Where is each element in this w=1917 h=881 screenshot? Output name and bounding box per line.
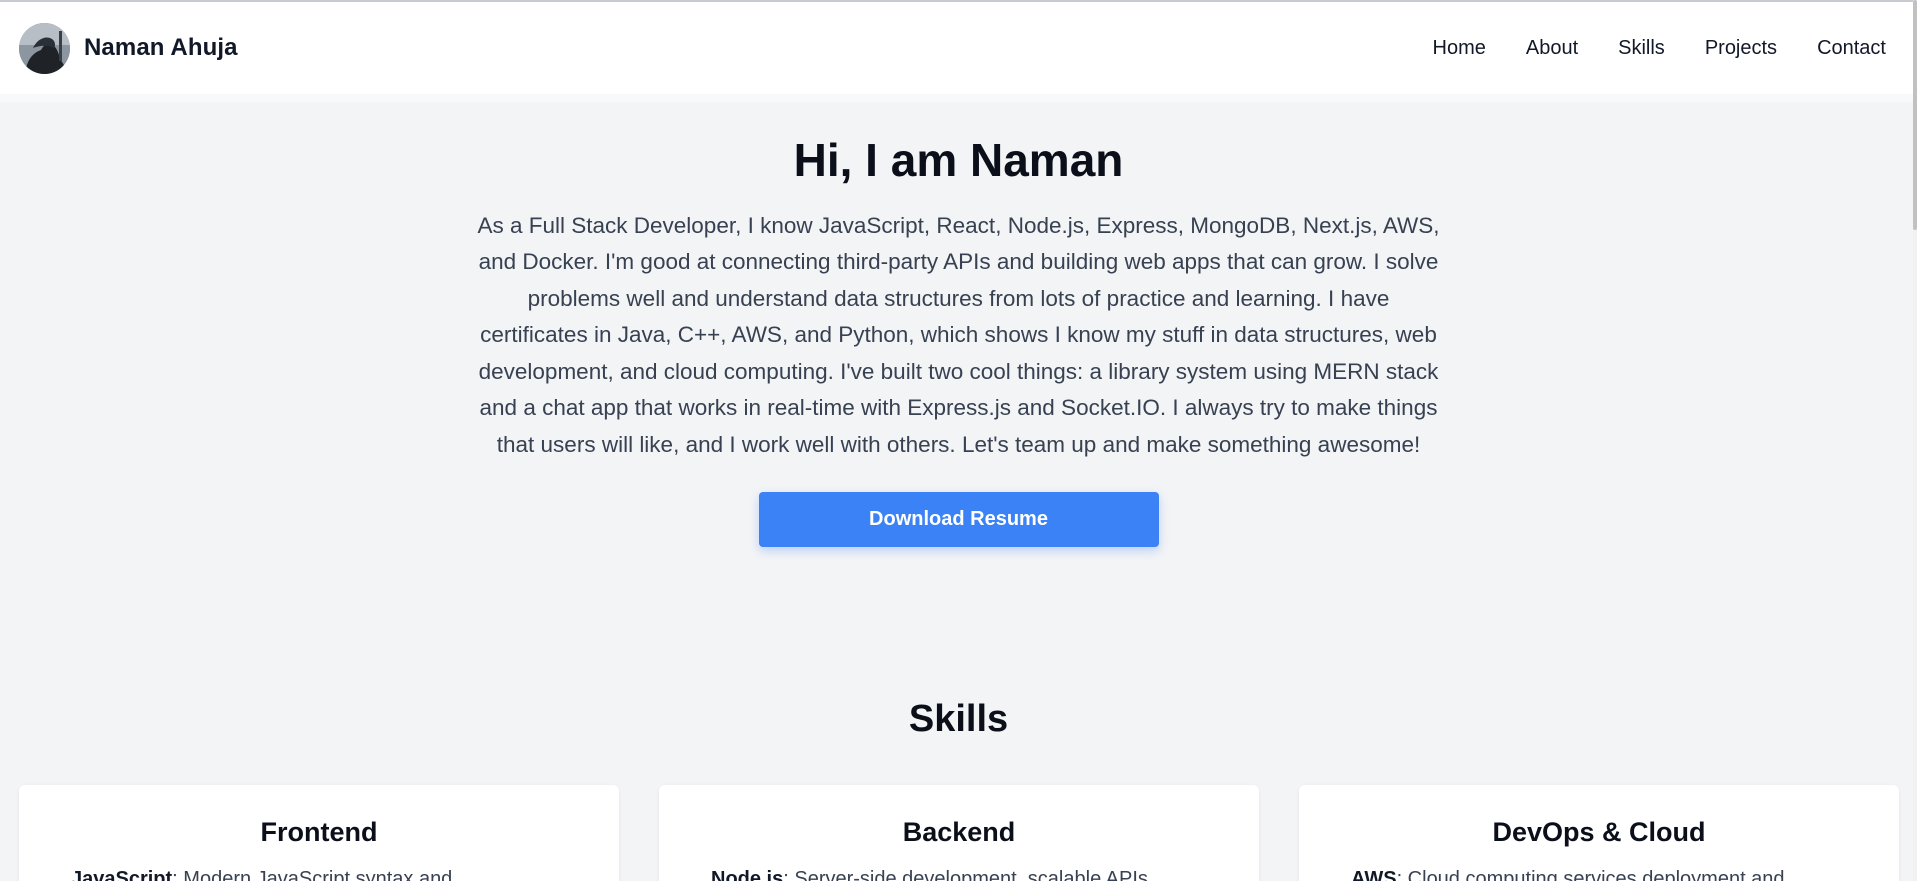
main-nav: Home About Skills Projects Contact (1433, 37, 1886, 60)
skill-item-key: JavaScript (71, 868, 173, 881)
brand[interactable]: Naman Ahuja (19, 22, 238, 74)
skill-item-key: AWS (1351, 868, 1397, 881)
skill-card-title: Backend (902, 817, 1016, 847)
skill-card-backend: Backend Node.js: Server-side development… (659, 785, 1259, 881)
skill-item-text: : Server-side development, scalable APIs (783, 868, 1148, 881)
skill-card-devops-cloud: DevOps & Cloud AWS: Cloud computing serv… (1299, 785, 1899, 881)
skills-cards: Frontend JavaScript: Modern JavaScript s… (19, 785, 1899, 881)
download-resume-button[interactable]: Download Resume (758, 492, 1159, 548)
skill-card-title: Frontend (260, 817, 378, 847)
avatar (19, 22, 70, 74)
hero-bio: As a Full Stack Developer, I know JavaSc… (477, 212, 1440, 457)
skill-item: JavaScript: Modern JavaScript syntax and (19, 868, 619, 881)
nav-about[interactable]: About (1526, 37, 1578, 60)
nav-skills[interactable]: Skills (1618, 37, 1665, 60)
skill-item-text: : Modern JavaScript syntax and (172, 868, 453, 881)
brand-name: Naman Ahuja (84, 34, 238, 61)
skill-item: Node.js: Server-side development, scalab… (659, 868, 1259, 881)
hero-title: Hi, I am Naman (793, 134, 1124, 186)
header-divider (0, 94, 1913, 102)
skills-heading: Skills (908, 698, 1009, 740)
skill-item-key: Node.js (711, 868, 784, 881)
site-header: Naman Ahuja Home About Skills Projects C… (0, 2, 1913, 94)
nav-contact[interactable]: Contact (1817, 37, 1886, 60)
skill-item-text: : Cloud computing services deployment an… (1396, 868, 1785, 881)
avatar-photo-icon (19, 22, 70, 74)
nav-projects[interactable]: Projects (1705, 37, 1777, 60)
page-scrollbar[interactable] (1913, 0, 1917, 881)
nav-home[interactable]: Home (1433, 37, 1486, 60)
scrollbar-thumb[interactable] (1913, 0, 1917, 230)
hero-section: Hi, I am Naman As a Full Stack Developer… (0, 102, 1917, 548)
skill-item: AWS: Cloud computing services deployment… (1299, 868, 1899, 881)
skill-card-title: DevOps & Cloud (1492, 817, 1706, 847)
skill-card-frontend: Frontend JavaScript: Modern JavaScript s… (19, 785, 619, 881)
